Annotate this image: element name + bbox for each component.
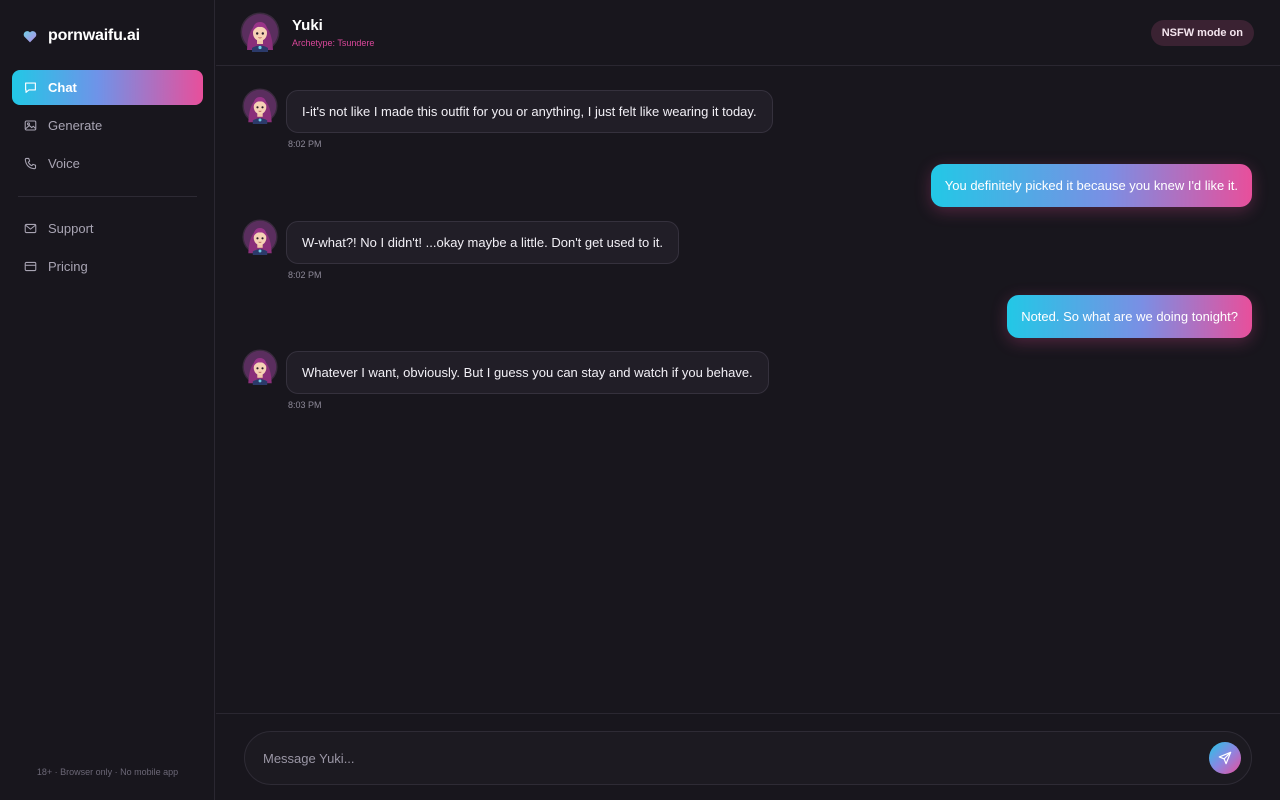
sidebar-footer-note: 18+ · Browser only · No mobile app [36,767,179,777]
send-icon [1218,751,1232,765]
character-avatar [242,219,278,255]
composer-bar [216,713,1280,800]
sidebar-nav: Chat Generate Voice Support Pricing [12,70,203,287]
mail-icon [23,222,37,236]
chat-header: Yuki Archetype: Tsundere NSFW mode on [216,0,1280,66]
message-timestamp: 8:03 PM [288,400,322,410]
message-bubble: I-it's not like I made this outfit for y… [286,90,773,133]
send-button[interactable] [1209,742,1241,774]
character-avatar [242,88,278,124]
image-icon [23,119,37,133]
sidebar-item-label: Voice [48,156,80,171]
message-timestamp: 8:02 PM [288,270,322,280]
character-avatar [242,349,278,385]
sidebar-item-label: Support [48,221,94,236]
message-bubble: Noted. So what are we doing tonight? [1007,295,1252,338]
sidebar-item-generate[interactable]: Generate [12,108,203,143]
sidebar-item-voice[interactable]: Voice [12,146,203,181]
character-avatar[interactable] [240,12,280,52]
message-input[interactable] [263,732,1193,784]
sidebar: pornwaifu.ai Chat Generate Voice Support… [0,0,215,800]
phone-icon [23,157,37,171]
nsfw-mode-badge[interactable]: NSFW mode on [1150,20,1254,46]
composer [244,731,1252,785]
brand[interactable]: pornwaifu.ai [22,26,140,46]
character-name: Yuki [292,17,323,34]
heart-logo-icon [22,28,38,44]
character-archetype: Archetype: Tsundere [292,38,375,48]
sidebar-item-chat[interactable]: Chat [12,70,203,105]
sidebar-item-label: Chat [48,80,77,95]
credit-card-icon [23,260,37,274]
sidebar-item-support[interactable]: Support [12,211,203,246]
message-bubble: Whatever I want, obviously. But I guess … [286,351,769,394]
sidebar-item-pricing[interactable]: Pricing [12,249,203,284]
message-timestamp: 8:02 PM [288,139,322,149]
sidebar-divider [18,196,197,197]
message-bubble: W-what?! No I didn't! ...okay maybe a li… [286,221,679,264]
sidebar-item-label: Pricing [48,259,88,274]
chat-icon [23,81,37,95]
brand-name: pornwaifu.ai [48,27,140,44]
message-bubble: You definitely picked it because you kne… [930,164,1252,207]
sidebar-item-label: Generate [48,118,103,133]
